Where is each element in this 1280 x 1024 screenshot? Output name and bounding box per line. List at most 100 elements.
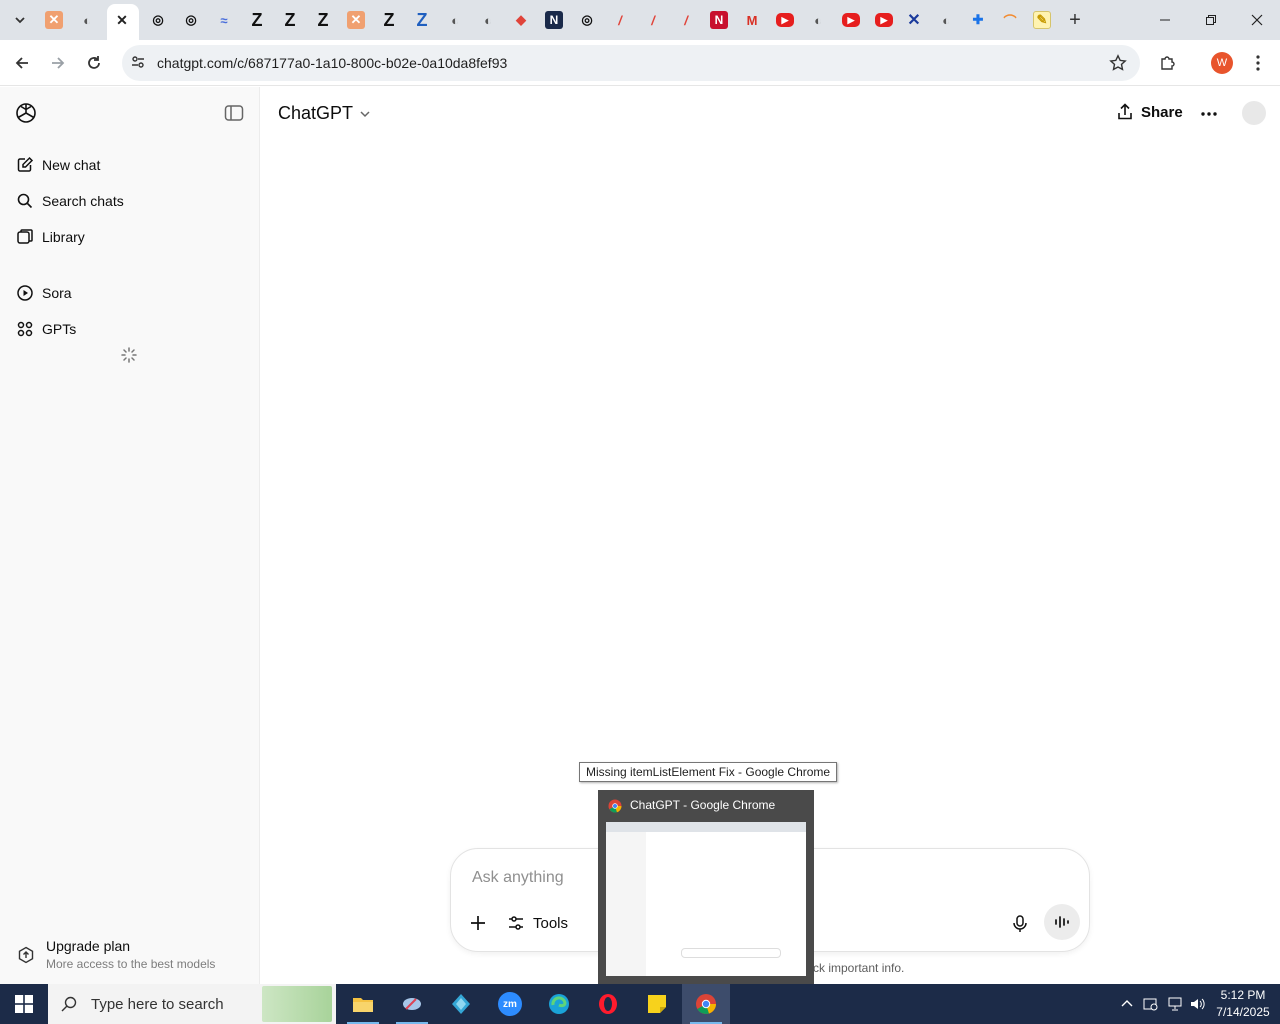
volume-icon[interactable]: [1188, 994, 1208, 1014]
ellipsis-icon: [1201, 112, 1217, 116]
taskbar-clock[interactable]: 5:12 PM 7/14/2025: [1212, 987, 1274, 1021]
puzzle-icon: [1161, 56, 1175, 70]
gmail-icon[interactable]: M: [743, 11, 761, 29]
zeta-icon[interactable]: Z: [380, 10, 398, 30]
address-bar[interactable]: chatgpt.com/c/687177a0-1a10-800c-b02e-0a…: [122, 45, 1140, 81]
sidebar-item-label: Library: [42, 229, 85, 245]
restore-button[interactable]: [1188, 0, 1234, 40]
zeta-icon[interactable]: Z: [413, 10, 431, 30]
sidebar-item-new-chat[interactable]: New chat: [8, 148, 252, 182]
toggle-sidebar-button[interactable]: [224, 104, 244, 127]
close-icon: [1251, 14, 1263, 26]
script-icon[interactable]: /: [644, 11, 662, 29]
globe-icon[interactable]: ◐: [937, 11, 955, 29]
minimize-icon: [1160, 19, 1170, 21]
paint-icon[interactable]: [388, 984, 436, 1024]
sketch-icon[interactable]: ◆: [512, 11, 530, 29]
script-icon[interactable]: /: [677, 11, 695, 29]
app-diamond-icon[interactable]: [437, 984, 485, 1024]
file-explorer-icon[interactable]: [339, 984, 387, 1024]
microphone-icon: [1013, 915, 1027, 932]
url-text[interactable]: chatgpt.com/c/687177a0-1a10-800c-b02e-0a…: [157, 55, 507, 71]
sidebar-item-library[interactable]: Library: [8, 220, 252, 254]
edge-icon[interactable]: [535, 984, 583, 1024]
script-icon[interactable]: /: [611, 11, 629, 29]
preview-title: ChatGPT - Google Chrome: [630, 798, 776, 812]
youtube-icon[interactable]: ▶: [776, 13, 794, 27]
upgrade-plan-item[interactable]: Upgrade plan More access to the best mod…: [8, 937, 252, 977]
tab-search-button[interactable]: [7, 7, 33, 33]
more-options-button[interactable]: [1200, 105, 1218, 128]
site-info-icon[interactable]: [130, 54, 146, 75]
openai-logo-icon[interactable]: [14, 101, 38, 130]
tools-button[interactable]: Tools: [507, 914, 568, 932]
sidebar-item-label: Search chats: [42, 193, 124, 209]
upgrade-icon: [17, 946, 35, 969]
sidebar-item-sora[interactable]: Sora: [8, 276, 252, 310]
sticky-notes-icon[interactable]: [633, 984, 681, 1024]
extensions-button[interactable]: [1155, 50, 1181, 76]
close-window-button[interactable]: [1234, 0, 1280, 40]
openai-icon[interactable]: ◎: [182, 11, 200, 29]
clock-time: 5:12 PM: [1220, 988, 1266, 1002]
security-tray-icon[interactable]: [1141, 994, 1161, 1014]
youtube-icon[interactable]: ▶: [875, 13, 893, 27]
back-button[interactable]: [9, 50, 35, 76]
browser-toolbar: chatgpt.com/c/687177a0-1a10-800c-b02e-0a…: [0, 40, 1280, 86]
arrow-left-icon: [15, 57, 28, 69]
play-circle-icon: [8, 284, 42, 302]
share-label: Share: [1141, 103, 1183, 121]
zeta-icon[interactable]: Z: [248, 10, 266, 30]
plus-icon: [471, 916, 485, 930]
show-hidden-icons-button[interactable]: [1117, 994, 1137, 1014]
zoom-icon[interactable]: zm: [486, 984, 534, 1024]
openai-icon[interactable]: ◎: [578, 11, 596, 29]
chevron-down-icon: [15, 17, 25, 24]
x-tool-icon[interactable]: ✕: [905, 11, 923, 29]
windows-logo-icon: [15, 995, 33, 1013]
taskbar-search-box[interactable]: Type here to search: [48, 984, 336, 1024]
chrome-icon[interactable]: [682, 984, 730, 1024]
voice-waveform-icon: [1055, 916, 1069, 928]
new-tab-button[interactable]: +: [1066, 9, 1084, 31]
share-button[interactable]: Share: [1116, 103, 1183, 121]
forward-button[interactable]: [45, 50, 71, 76]
taskbar-window-preview[interactable]: ChatGPT - Google Chrome: [598, 790, 814, 984]
openai-icon[interactable]: ◎: [149, 11, 167, 29]
sidebar-item-gpts[interactable]: GPTs: [8, 312, 252, 346]
chrome-menu-button[interactable]: [1245, 50, 1271, 76]
zeta-icon[interactable]: Z: [314, 10, 332, 30]
rainbow-icon[interactable]: ⌒: [1001, 11, 1019, 29]
notion-icon[interactable]: N: [545, 11, 563, 29]
reload-button[interactable]: [81, 50, 107, 76]
zeta-icon[interactable]: Z: [281, 10, 299, 30]
dictate-button[interactable]: [1012, 915, 1028, 938]
prompt-input[interactable]: Ask anything: [472, 869, 564, 887]
globe-icon[interactable]: ◐: [446, 11, 464, 29]
avatar[interactable]: [1242, 101, 1266, 125]
netflix-icon[interactable]: N: [710, 11, 728, 29]
add-attachment-button[interactable]: [470, 915, 486, 936]
jira-icon[interactable]: ✕: [347, 11, 365, 29]
model-selector[interactable]: ChatGPT: [278, 103, 371, 124]
note-icon[interactable]: ✎: [1033, 11, 1051, 29]
jira-icon[interactable]: ✕: [45, 11, 63, 29]
sidebar: New chat Search chats Library Sora GPTs …: [0, 87, 260, 984]
opera-icon[interactable]: [584, 984, 632, 1024]
chrome-icon: [608, 799, 622, 818]
close-tab-icon[interactable]: ✕: [113, 11, 131, 29]
taskbar-tooltip: Missing itemListElement Fix - Google Chr…: [579, 762, 838, 782]
start-button[interactable]: [0, 984, 48, 1024]
minimize-button[interactable]: [1142, 0, 1188, 40]
globe-icon[interactable]: ◐: [479, 11, 497, 29]
puzzle-icon[interactable]: ✚: [969, 11, 987, 29]
profile-button[interactable]: W: [1209, 50, 1235, 76]
youtube-icon[interactable]: ▶: [842, 13, 860, 27]
wave-icon[interactable]: ≈: [215, 11, 233, 29]
sidebar-item-search-chats[interactable]: Search chats: [8, 184, 252, 218]
globe-icon[interactable]: ◐: [809, 11, 827, 29]
bookmark-star-icon[interactable]: [1109, 54, 1127, 77]
voice-mode-button[interactable]: [1044, 904, 1080, 940]
globe-icon[interactable]: ◐: [78, 11, 96, 29]
network-icon[interactable]: [1165, 994, 1185, 1014]
